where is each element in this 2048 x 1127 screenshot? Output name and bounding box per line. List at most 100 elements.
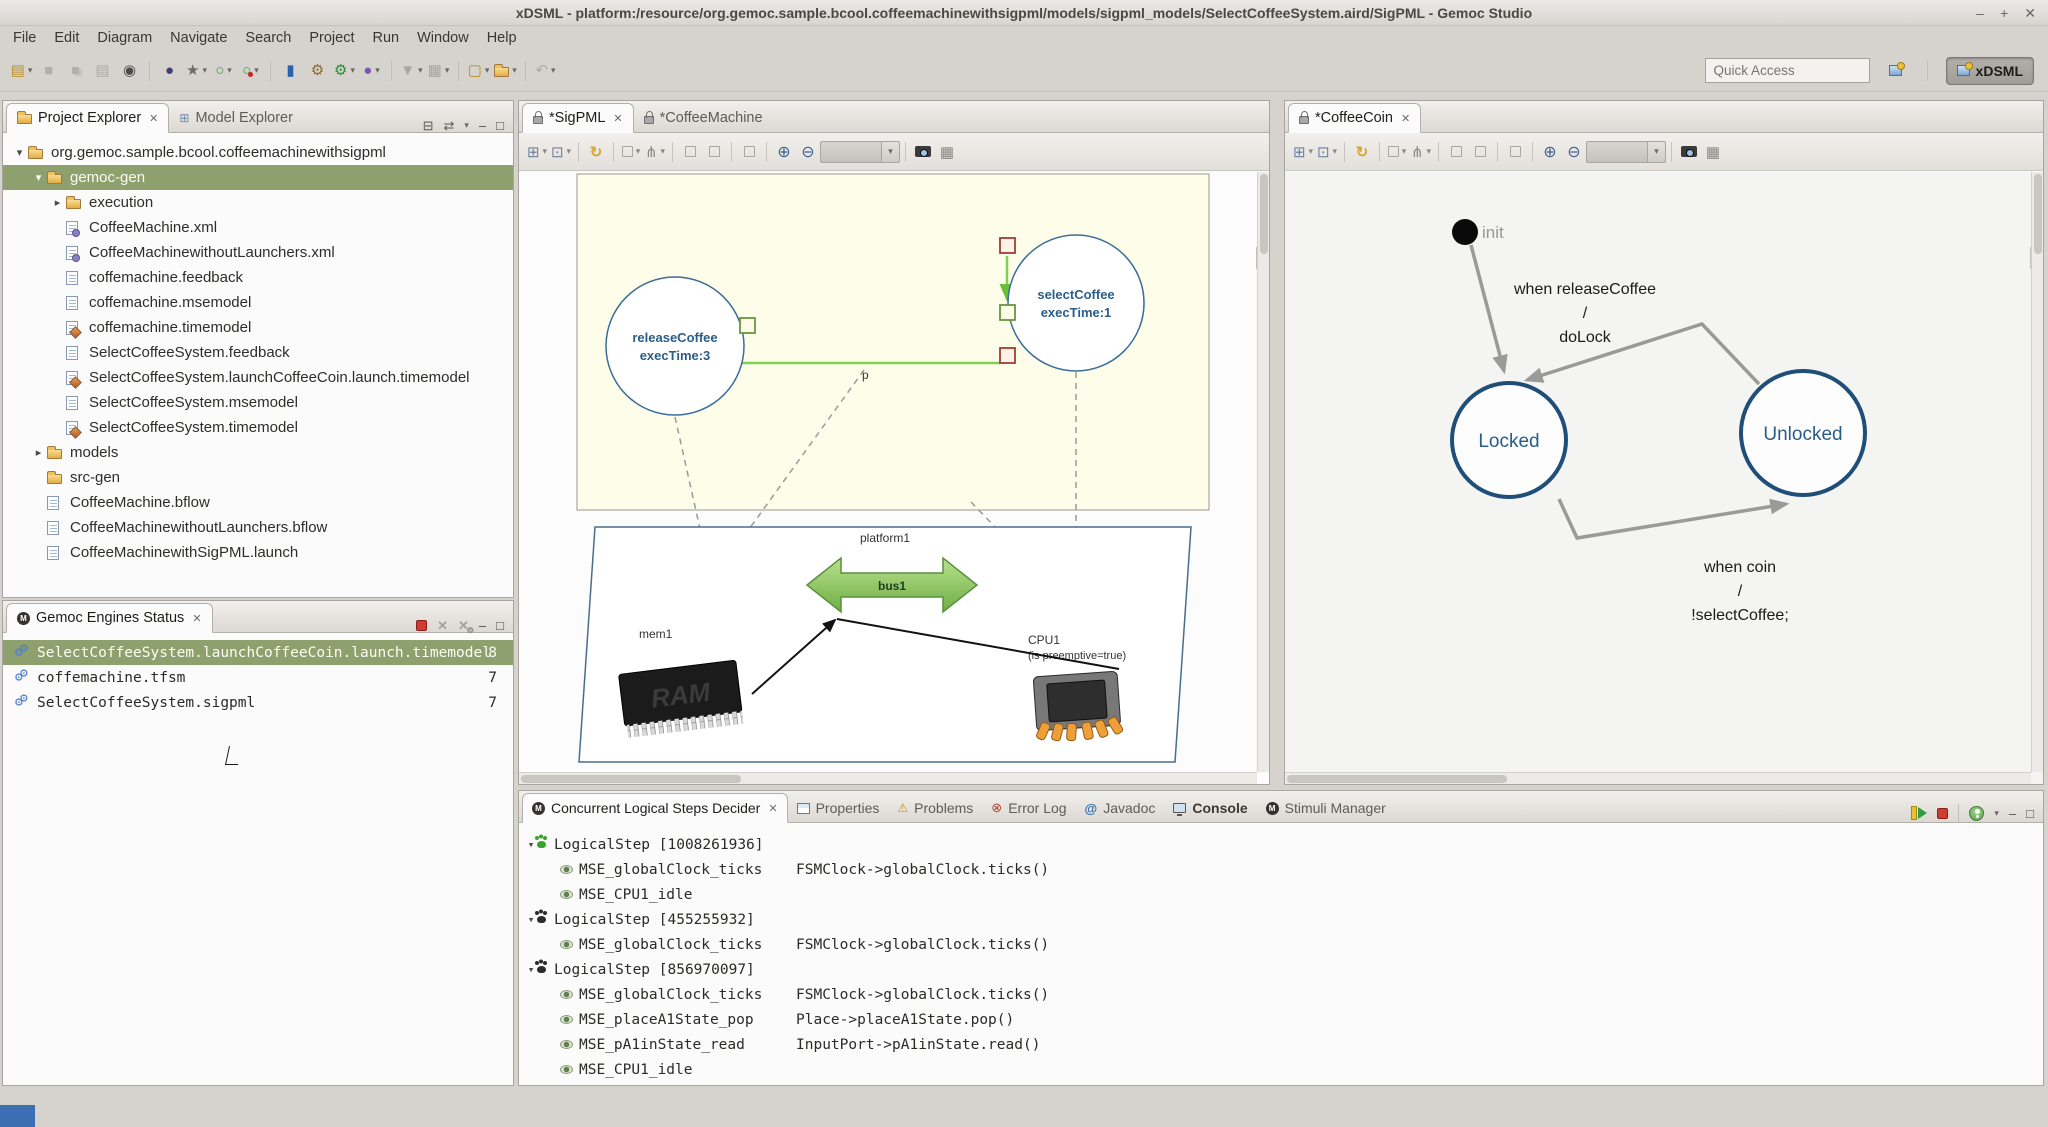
tree-item[interactable]: SelectCoffeeSystem.msemodel: [3, 390, 513, 415]
refresh-button[interactable]: ↻: [1351, 140, 1373, 164]
stop-icon[interactable]: [1937, 808, 1948, 819]
zoom-out-button[interactable]: ⊖: [1563, 140, 1585, 164]
grid-button[interactable]: ▦: [1702, 140, 1724, 164]
tree-item[interactable]: ▾org.gemoc.sample.bcool.coffeemachinewit…: [3, 140, 513, 165]
tree-item[interactable]: SelectCoffeeSystem.feedback: [3, 340, 513, 365]
new-wizard-button[interactable]: ▤: [9, 58, 34, 84]
initial-state-dot[interactable]: [1452, 219, 1478, 245]
menu-search[interactable]: Search: [236, 28, 300, 48]
tree-item[interactable]: coffemachine.msemodel: [3, 290, 513, 315]
zoom-level-combo[interactable]: [820, 141, 882, 163]
vertical-scrollbar[interactable]: [1257, 172, 1269, 772]
minimize-view-icon[interactable]: –: [479, 619, 486, 632]
actor-releaseCoffee[interactable]: [606, 277, 744, 415]
menu-file[interactable]: File: [4, 28, 45, 48]
copy-appearance-button[interactable]: [1386, 140, 1408, 164]
layout-button[interactable]: ⊞: [1292, 140, 1314, 164]
zoom-in-button[interactable]: ⊕: [773, 140, 795, 164]
external-tools-button[interactable]: ⚙: [305, 58, 330, 84]
close-button[interactable]: ✕: [2024, 0, 2036, 26]
vertical-scrollbar[interactable]: [2031, 172, 2043, 772]
paste-layout-button[interactable]: [1504, 140, 1526, 164]
tree-item[interactable]: ▸execution: [3, 190, 513, 215]
export-image-button[interactable]: [1678, 140, 1700, 164]
tab-logical-steps-decider[interactable]: M Concurrent Logical Steps Decider ✕: [522, 793, 788, 823]
zoom-out-button[interactable]: ⊖: [797, 140, 819, 164]
tree-item[interactable]: CoffeeMachinewithoutLaunchers.xml: [3, 240, 513, 265]
open-folder-button[interactable]: [493, 58, 518, 84]
copy-appearance-button[interactable]: [620, 140, 642, 164]
initial-transition[interactable]: [1471, 245, 1504, 371]
engine-row-selected[interactable]: SelectCoffeeSystem.launchCoffeeCoin.laun…: [3, 640, 513, 665]
close-icon[interactable]: ✕: [149, 112, 158, 125]
run-history-button[interactable]: ★: [184, 58, 209, 84]
expander-icon[interactable]: ▾: [30, 171, 47, 184]
tree-item[interactable]: CoffeeMachine.xml: [3, 215, 513, 240]
tree-item[interactable]: CoffeeMachinewithoutLaunchers.bflow: [3, 515, 513, 540]
save-button[interactable]: ■: [36, 58, 61, 84]
menu-edit[interactable]: Edit: [45, 28, 88, 48]
maximize-button[interactable]: +: [2000, 0, 2008, 26]
menu-run[interactable]: Run: [364, 28, 409, 48]
menu-navigate[interactable]: Navigate: [161, 28, 236, 48]
tab-console[interactable]: Console: [1164, 793, 1256, 823]
sigpml-canvas[interactable]: platform1 bus1 mem1 RAM CPU1 (is preempt…: [519, 172, 1269, 784]
open-perspective-button[interactable]: [1883, 58, 1908, 84]
tab-error-log[interactable]: ⊗Error Log: [982, 793, 1075, 823]
collapse-all-icon[interactable]: ⊟: [423, 119, 434, 132]
save-all-button[interactable]: ■: [63, 58, 88, 84]
engine-row[interactable]: coffemachine.tfsm7: [3, 665, 513, 690]
menu-help[interactable]: Help: [478, 28, 526, 48]
dispose-all-engines-icon[interactable]: ✕: [458, 619, 469, 632]
mse-row[interactable]: MSE_pA1inState_readInputPort->pA1inState…: [519, 1032, 2043, 1057]
grid-button[interactable]: ▦: [936, 140, 958, 164]
horizontal-scrollbar[interactable]: [519, 772, 1257, 784]
minimize-view-icon[interactable]: –: [2009, 807, 2016, 820]
close-icon[interactable]: ✕: [768, 802, 777, 815]
hardware-model-button[interactable]: ▦: [426, 58, 451, 84]
paste-layout-button[interactable]: [738, 140, 760, 164]
tree-item[interactable]: SelectCoffeeSystem.launchCoffeeCoin.laun…: [3, 365, 513, 390]
mse-row[interactable]: MSE_globalClock_ticksFSMClock->globalClo…: [519, 982, 2043, 1007]
zoom-combo-arrow-icon[interactable]: ▾: [882, 141, 900, 163]
debug-button[interactable]: ○: [238, 58, 263, 84]
tree-item-selected[interactable]: ▾gemoc-gen: [3, 165, 513, 190]
pin-button[interactable]: [1469, 140, 1491, 164]
quick-access-input[interactable]: [1705, 58, 1870, 83]
select-hidden-button[interactable]: [1445, 140, 1467, 164]
logical-step-row[interactable]: ▾LogicalStep [455255932]: [519, 907, 2043, 932]
filters-button[interactable]: ⊡: [550, 140, 572, 164]
maximize-view-icon[interactable]: □: [496, 119, 504, 132]
tab-javadoc[interactable]: @Javadoc: [1076, 793, 1165, 823]
close-icon[interactable]: ✕: [192, 612, 201, 625]
undo-button[interactable]: ↶: [533, 58, 558, 84]
expander-icon[interactable]: ▸: [30, 446, 47, 459]
expander-icon[interactable]: ▾: [11, 146, 28, 159]
mse-row[interactable]: MSE_globalClock_ticksFSMClock->globalClo…: [519, 857, 2043, 882]
tree-item[interactable]: ▸models: [3, 440, 513, 465]
distribute-button[interactable]: ⋔: [1410, 140, 1432, 164]
menu-diagram[interactable]: Diagram: [88, 28, 161, 48]
close-icon[interactable]: ✕: [1401, 112, 1410, 125]
minimize-button[interactable]: –: [1976, 0, 1984, 26]
actor-selectCoffee[interactable]: [1008, 235, 1144, 371]
zoom-level-combo[interactable]: [1586, 141, 1648, 163]
input-port[interactable]: [740, 318, 755, 333]
expander-icon[interactable]: ▾: [519, 913, 535, 926]
pin-button[interactable]: [703, 140, 725, 164]
input-port[interactable]: [1000, 305, 1015, 320]
expander-icon[interactable]: ▾: [519, 963, 535, 976]
select-hidden-button[interactable]: [679, 140, 701, 164]
tree-item[interactable]: CoffeeMachine.bflow: [3, 490, 513, 515]
filters-button[interactable]: ⊡: [1316, 140, 1338, 164]
layout-button[interactable]: ⊞: [526, 140, 548, 164]
tree-item[interactable]: CoffeeMachinewithSigPML.launch: [3, 540, 513, 565]
tree-item[interactable]: coffemachine.feedback: [3, 265, 513, 290]
coffeecoin-canvas[interactable]: init when releaseCoffee / doLock Locked …: [1285, 172, 2043, 784]
mse-row[interactable]: MSE_CPU1_idle: [519, 882, 2043, 907]
transition-locked-to-unlocked[interactable]: [1559, 499, 1786, 538]
close-icon[interactable]: ✕: [613, 112, 622, 125]
tab-problems[interactable]: ⚠Problems: [888, 793, 982, 823]
new-file-button[interactable]: ▢: [466, 58, 491, 84]
stop-engine-icon[interactable]: [416, 620, 427, 631]
